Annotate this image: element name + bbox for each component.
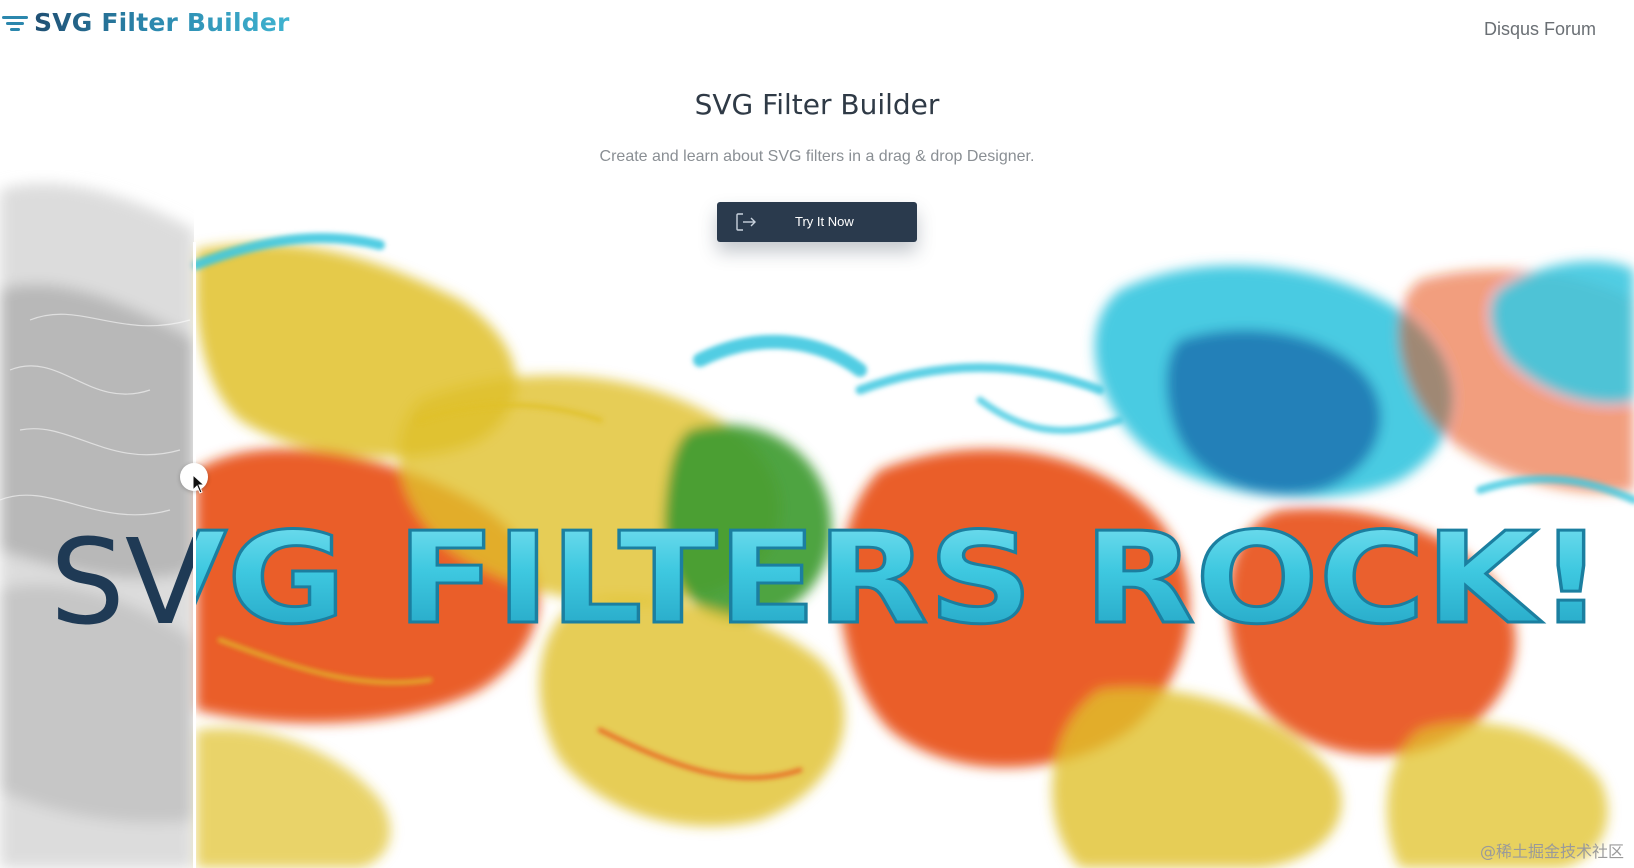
before-banner-text: SV (50, 513, 206, 640)
disqus-forum-link[interactable]: Disqus Forum (1484, 19, 1596, 40)
sign-in-icon (736, 213, 756, 231)
page-subtitle: Create and learn about SVG filters in a … (599, 148, 1035, 165)
try-it-now-label: Try It Now (795, 214, 854, 229)
brand-name: SVG Filter Builder (34, 8, 290, 37)
try-it-now-button[interactable]: Try It Now (717, 202, 917, 242)
page: SVG Filter Builder Disqus Forum SV SVG F… (0, 0, 1634, 868)
page-title: SVG Filter Builder (694, 88, 940, 121)
compare-slider-line[interactable] (193, 242, 196, 868)
mouse-cursor-icon (192, 474, 206, 494)
filter-demo-banner: SV SVG FILTERS ROCK! (0, 500, 1634, 641)
filtered-banner-text: SVG FILTERS ROCK! (10, 505, 1604, 640)
filter-lines-icon (2, 15, 28, 31)
watermark: @稀土掘金技术社区 (1479, 842, 1624, 861)
brand-logo[interactable]: SVG Filter Builder (2, 8, 290, 37)
